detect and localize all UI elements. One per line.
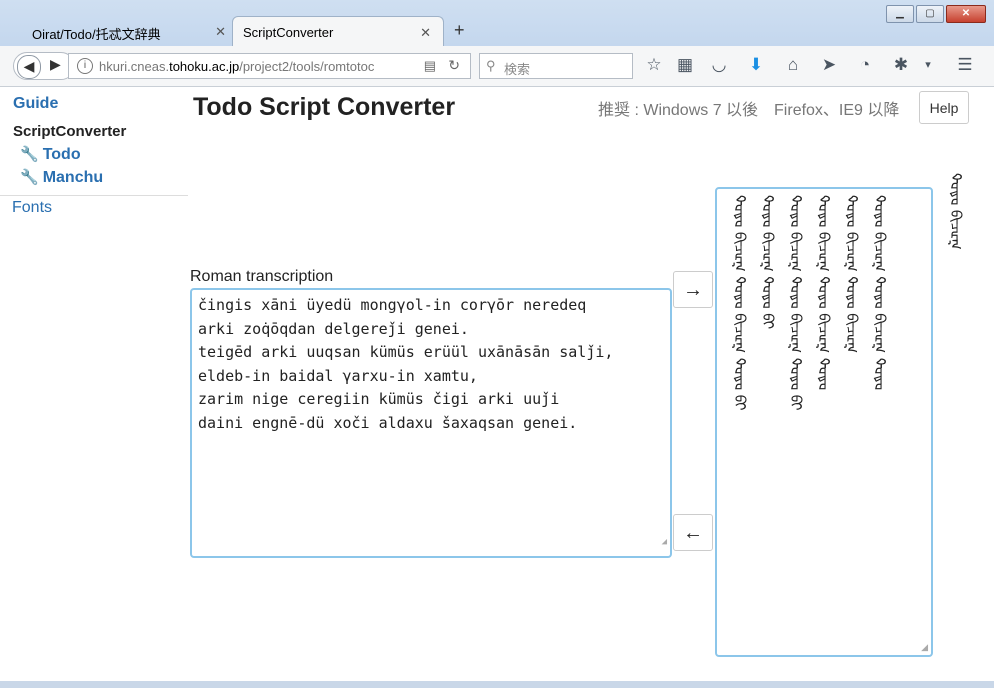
sidebar-item-label: Manchu [42,169,104,186]
bookmark-star-icon[interactable]: ☆ [643,55,665,75]
home-icon[interactable]: ⌂ [782,55,804,75]
resize-grip-icon[interactable]: ◢ [921,642,928,653]
url-text: hkuri.cneas.tohoku.ac.jp/project2/tools/… [99,59,375,74]
browser-titlebar: Oirat/Todo/托忒文辞典 ✕ ScriptConverter ✕ + ▁… [0,0,994,46]
script-line: ᡐᡆᡑᡆ ᡋᠢᠴᡅᡎ ᡐᡆᡑᡆ ᡋᠢᠴᡅᡎ ᡐᡆᡑᡆ ᡋᠢ [787,195,805,411]
text-line: zarim nige ceregiin kümüs čigi arki uuǰi [198,390,560,408]
text-line: arki zoq̇ōqdan delgereǰi genei. [198,319,469,338]
script-line: ᡐᡆᡑᡆ ᡋᠢᠴᡅᡎ ᡐᡆᡑᡆ ᡋᠢᠴᡅᡎ ᡐᡆᡑᡆ [871,195,889,390]
convert-to-script-button[interactable]: → [673,271,713,308]
history-icon[interactable]: ◔ [854,55,876,75]
maximize-button[interactable]: ▢ [916,5,944,23]
sidebar-divider [0,195,188,196]
address-bar[interactable]: i hkuri.cneas.tohoku.ac.jp/project2/tool… [68,53,471,79]
help-button[interactable]: Help [919,91,969,124]
wrench-icon: 🔧 [20,169,39,186]
tab-label: ScriptConverter [243,25,334,40]
script-line: ᡐᡆᡑᡆ ᡋᠢᠴᡅᡎ ᡐᡆᡑᡆ ᡋᠢᠴᡅᡎ [843,195,861,354]
search-placeholder: 検索 [504,62,531,77]
sidebar-item-todo[interactable]: 🔧 Todo [20,145,81,164]
forward-arrow-icon[interactable]: ▶ [50,56,61,73]
download-icon[interactable]: ⬇ [745,55,767,75]
close-tab-icon[interactable]: ✕ [215,24,226,40]
wrench-icon: 🔧 [20,146,39,163]
resize-grip-icon[interactable]: ◢ [662,531,667,555]
tab-label: Oirat/Todo/托忒文辞典 [32,27,161,42]
extension-icon[interactable]: ✱ [890,55,912,75]
page-title: Todo Script Converter [193,93,456,121]
text-line: eldeb-in baidal γarxu-in xamtu, [198,366,478,385]
roman-transcription-label: Roman transcription [190,268,334,285]
script-line: ᡐᡆᡑᡆ ᡋᠢᠴᡅᡎ ᡐᡆᡑᡆ ᡋᠢᠴᡅᡎ ᡐᡆᡑᡆ ᡋᠢ [731,195,749,411]
window-controls: ▁ ▢ ✕ [884,5,986,23]
text-line: teigēd arki uuqsan kümüs erüül uxānāsān … [198,343,614,361]
back-forward-group: ◀ ▶ [13,52,75,80]
chevron-down-icon[interactable]: ▾ [917,58,939,71]
bookmarks-list-icon[interactable]: ▦ [674,55,696,75]
text-line: čingis xāni üyedü mongγol-in corγōr nere… [198,296,587,314]
info-icon[interactable]: i [77,58,93,74]
script-line: ᡐᡆᡑᡆ ᡋᠢᠴᡅᡎ ᡐᡆᡑᡆ ᡋᠢ [759,195,777,330]
todo-script-label: ᡐᡆᡑᡆ ᡋᠢᠴᡅᡎ [947,173,965,250]
menu-icon[interactable]: ☰ [954,55,976,75]
roman-transcription-textarea[interactable]: čingis xāni üyedü mongγol-in corγōr nere… [190,288,672,558]
tab-script-converter[interactable]: ScriptConverter ✕ [232,16,444,46]
minimize-button[interactable]: ▁ [886,5,914,23]
text-line: daini engnē-dü xoči aldaxu šaxaqsan gene… [198,413,578,432]
send-icon[interactable]: ➤ [818,55,840,75]
recommended-environment: 推奨 : Windows 7 以後 Firefox、IE9 以降 [598,102,900,119]
pocket-icon[interactable]: ◡ [708,55,730,75]
sidebar-item-label: Todo [42,146,81,163]
close-window-button[interactable]: ✕ [946,5,986,23]
sidebar-item-manchu[interactable]: 🔧 Manchu [20,168,103,187]
search-icon: ⚲ [486,58,496,73]
script-line: ᡐᡆᡑᡆ ᡋᠢᠴᡅᡎ ᡐᡆᡑᡆ ᡋᠢᠴᡅᡎ ᡐᡆᡑᡆ [815,195,833,390]
new-tab-button[interactable]: + [454,20,465,41]
search-input[interactable]: ⚲ 検索 [479,53,633,79]
reader-view-icon[interactable]: ▤ [424,58,436,74]
todo-script-textarea[interactable]: ᡐᡆᡑᡆ ᡋᠢᠴᡅᡎ ᡐᡆᡑᡆ ᡋᠢᠴᡅᡎ ᡐᡆᡑᡆ ᡐᡆᡑᡆ ᡋᠢᠴᡅᡎ ᡐᡆ… [715,187,933,657]
tab-oirat-dictionary[interactable]: Oirat/Todo/托忒文辞典 ✕ [10,16,238,46]
convert-to-roman-button[interactable]: ← [673,514,713,551]
sidebar-link-fonts[interactable]: Fonts [12,199,52,217]
sidebar-section-title: ScriptConverter [13,123,127,140]
reload-icon[interactable]: ↻ [448,57,460,74]
page-content: Guide ScriptConverter 🔧 Todo 🔧 Manchu Font… [0,87,994,681]
sidebar-link-guide[interactable]: Guide [13,95,58,113]
navigation-toolbar: ◀ ▶ i hkuri.cneas.tohoku.ac.jp/project2/… [0,46,994,87]
window-bottom-border [0,681,994,688]
back-arrow-icon[interactable]: ◀ [17,55,41,79]
close-tab-icon[interactable]: ✕ [420,25,431,41]
